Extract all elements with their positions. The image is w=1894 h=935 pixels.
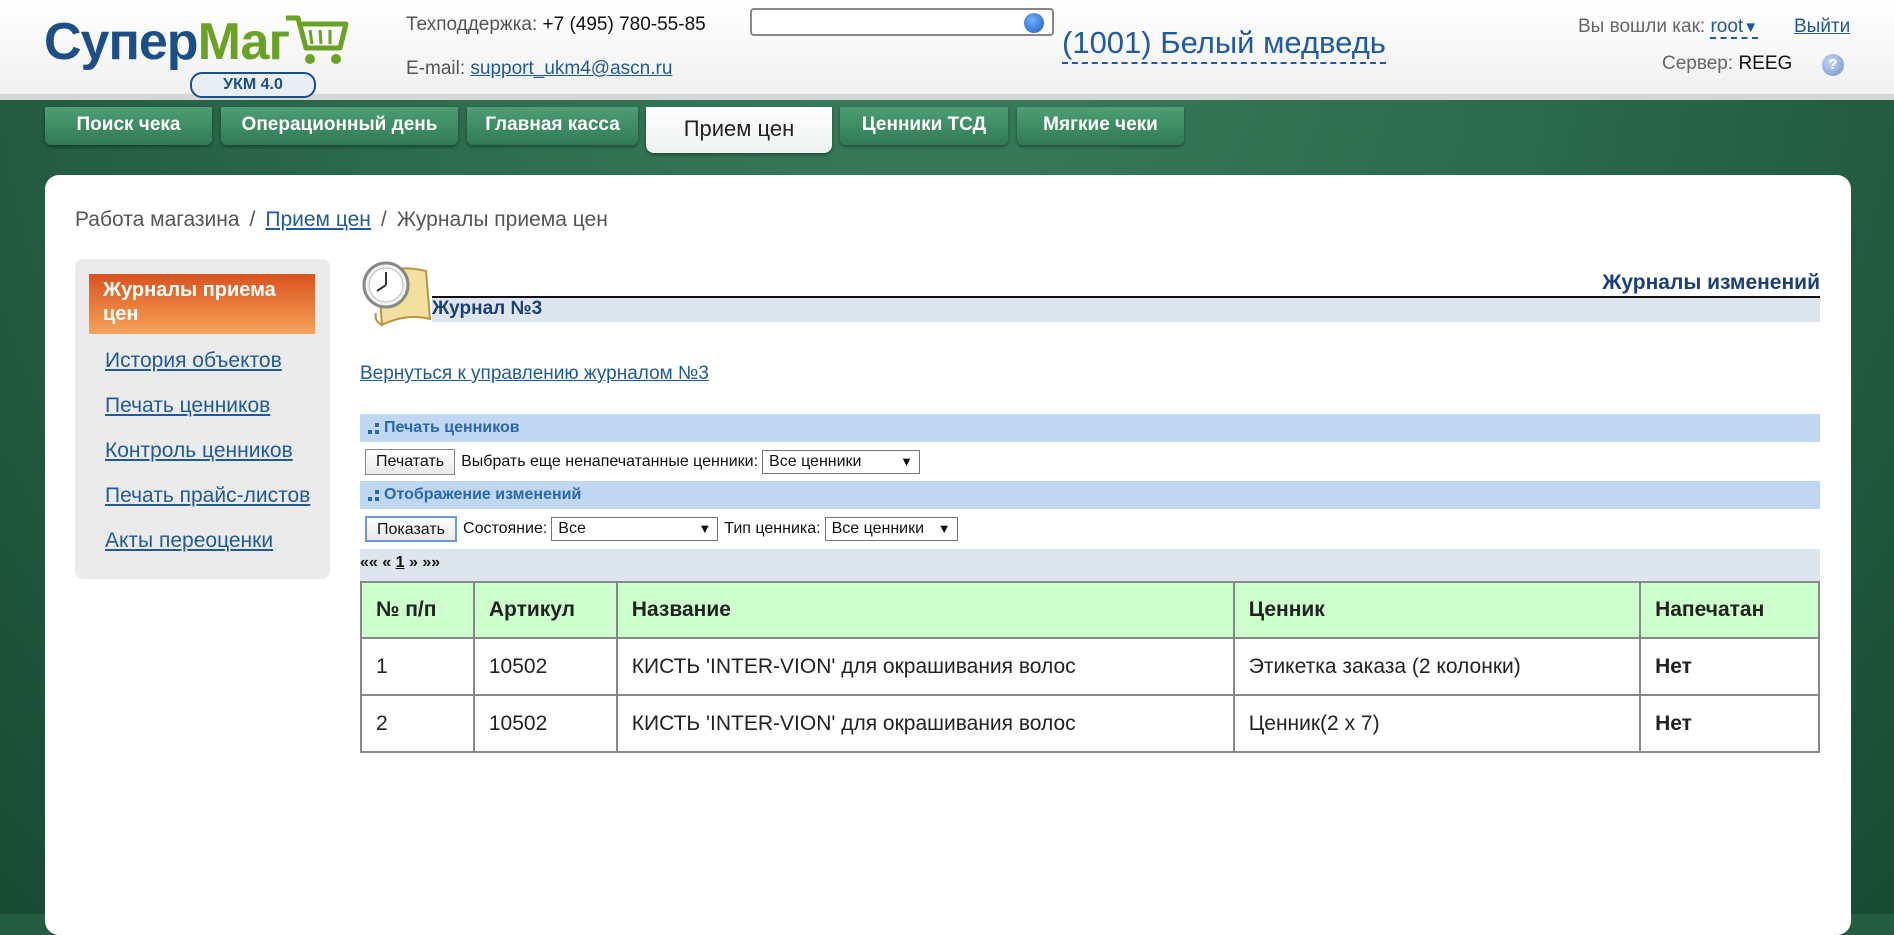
col-label[interactable]: Ценник bbox=[1232, 581, 1642, 639]
tab-price-receipt[interactable]: Прием цен bbox=[646, 107, 832, 153]
sidebar-item-price-journals[interactable]: Журналы приема цен bbox=[89, 274, 315, 334]
sidebar-item-label-control[interactable]: Контроль ценников bbox=[105, 439, 293, 463]
pager-last[interactable]: »» bbox=[422, 554, 440, 571]
cell-number: 1 bbox=[360, 637, 475, 696]
print-controls: Печатать Выбрать еще ненапечатанные ценни… bbox=[365, 449, 921, 477]
page-title: Журналы изменений bbox=[1602, 271, 1820, 294]
display-controls: Показать Состояние: Все ▼ Тип ценника: Все це… bbox=[365, 516, 958, 544]
section-print-labels[interactable]: Печать ценников bbox=[360, 414, 1820, 442]
pagination: «« « 1 » »» bbox=[360, 549, 1820, 581]
email-link[interactable]: support_ukm4@ascn.ru bbox=[470, 58, 672, 79]
cell-printed: Нет bbox=[1639, 694, 1820, 753]
col-article[interactable]: Артикул bbox=[472, 581, 618, 639]
sidebar: Журналы приема цен История объектов Печа… bbox=[75, 259, 330, 579]
dropdown-arrow-icon: ▼ bbox=[698, 521, 712, 536]
col-printed[interactable]: Напечатан bbox=[1639, 581, 1820, 639]
table-row[interactable]: 1 10502 КИСТЬ 'INTER-VION' для окрашиван… bbox=[360, 637, 1820, 696]
cell-printed: Нет bbox=[1639, 637, 1820, 696]
store-selector[interactable]: (1001) Белый медведь bbox=[1062, 24, 1386, 64]
table-header-row: № п/п Артикул Название Ценник Напечатан bbox=[360, 581, 1820, 639]
col-number[interactable]: № п/п bbox=[360, 581, 475, 639]
cell-label: Ценник(2 x 7) bbox=[1232, 694, 1642, 753]
dropdown-arrow-icon: ▼ bbox=[937, 521, 951, 536]
sidebar-item-print-pricelists[interactable]: Печать прайс-листов bbox=[105, 484, 310, 508]
section-dots-icon bbox=[368, 490, 379, 501]
supermag-logo[interactable]: СуперМаг УКМ 4.0 bbox=[44, 10, 349, 98]
version-badge: УКМ 4.0 bbox=[190, 72, 316, 98]
cart-icon bbox=[286, 15, 349, 64]
sidebar-item-object-history[interactable]: История объектов bbox=[105, 349, 282, 373]
table-row[interactable]: 2 10502 КИСТЬ 'INTER-VION' для окрашиван… bbox=[360, 694, 1820, 753]
tab-operational-day[interactable]: Операционный день bbox=[221, 107, 458, 145]
cell-name: КИСТЬ 'INTER-VION' для окрашивания волос bbox=[615, 637, 1235, 696]
dropdown-arrow-icon: ▼ bbox=[900, 454, 914, 469]
col-name[interactable]: Название bbox=[615, 581, 1235, 639]
tab-receipt-search[interactable]: Поиск чека bbox=[45, 107, 212, 145]
logo-text: СуперМаг bbox=[44, 13, 290, 71]
tab-tsd-labels[interactable]: Ценники ТСД bbox=[840, 107, 1008, 145]
changes-table: № п/п Артикул Название Ценник Напечатан … bbox=[360, 581, 1820, 753]
section-dots-icon bbox=[368, 423, 379, 434]
section-display-changes[interactable]: Отображение изменений bbox=[360, 481, 1820, 509]
breadcrumb: Работа магазина / Прием цен / Журналы приема… bbox=[75, 208, 608, 231]
cell-name: КИСТЬ 'INTER-VION' для окрашивания волос bbox=[615, 694, 1235, 753]
label-type-select[interactable]: Все ценники ▼ bbox=[824, 517, 958, 541]
sidebar-item-revaluation-acts[interactable]: Акты переоценки bbox=[105, 529, 273, 553]
logout-link[interactable]: Выйти bbox=[1794, 16, 1850, 38]
tab-main-cash[interactable]: Главная касса bbox=[467, 107, 638, 145]
pager-next[interactable]: » bbox=[409, 554, 418, 571]
tab-soft-receipts[interactable]: Мягкие чеки bbox=[1017, 107, 1184, 145]
journal-subtitle: Журнал №3 bbox=[432, 298, 1820, 322]
top-header: СуперМаг УКМ 4.0 Техподдержка: +7 (495) … bbox=[0, 0, 1894, 100]
help-icon[interactable]: ? bbox=[1822, 54, 1844, 76]
unprinted-labels-select[interactable]: Все ценники ▼ bbox=[762, 450, 921, 474]
search-input[interactable] bbox=[750, 8, 1054, 36]
cell-label: Этикетка заказа (2 колонки) bbox=[1232, 637, 1642, 696]
journal-clock-icon bbox=[362, 261, 432, 327]
cell-article: 10502 bbox=[472, 637, 618, 696]
print-button[interactable]: Печатать bbox=[365, 449, 456, 475]
sidebar-item-print-labels[interactable]: Печать ценников bbox=[105, 394, 270, 418]
back-to-journal-link[interactable]: Вернуться к управлению журналом №3 bbox=[360, 363, 709, 385]
support-email: E-mail: support_ukm4@ascn.ru bbox=[406, 58, 673, 79]
server-info: Сервер: REEG bbox=[1662, 53, 1793, 74]
cell-number: 2 bbox=[360, 694, 475, 753]
search-icon[interactable] bbox=[1024, 13, 1044, 33]
show-button[interactable]: Показать bbox=[365, 516, 458, 542]
pager-first[interactable]: «« bbox=[360, 554, 378, 571]
chevron-down-icon: ▼ bbox=[1743, 19, 1759, 36]
cell-article: 10502 bbox=[472, 694, 618, 753]
user-menu[interactable]: root▼ bbox=[1710, 16, 1759, 39]
state-select[interactable]: Все ▼ bbox=[551, 517, 719, 541]
support-phone: Техподдержка: +7 (495) 780-55-85 bbox=[406, 14, 706, 35]
user-info: Вы вошли как: root▼ bbox=[1578, 16, 1759, 39]
breadcrumb-link[interactable]: Прием цен bbox=[265, 208, 371, 231]
pager-page-1[interactable]: 1 bbox=[396, 554, 405, 571]
pager-prev[interactable]: « bbox=[382, 554, 391, 571]
content-panel: Работа магазина / Прием цен / Журналы приема… bbox=[45, 175, 1851, 935]
